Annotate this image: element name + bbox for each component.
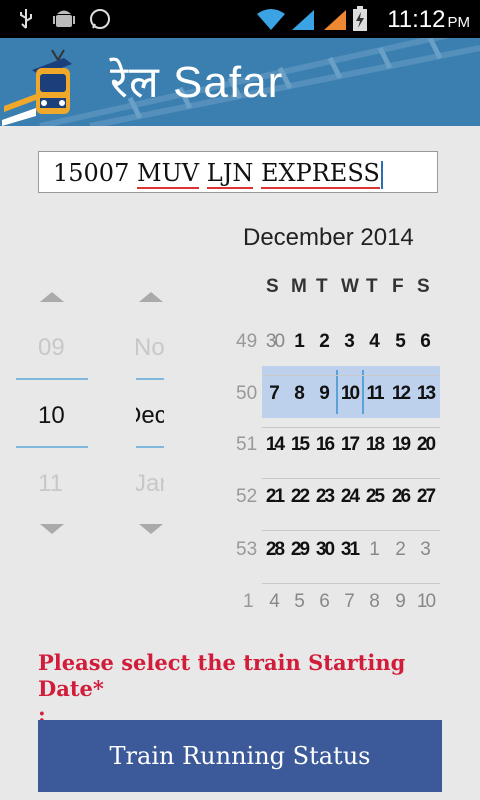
weekday-header: M: [291, 276, 307, 297]
train-name-word: LJN: [206, 159, 254, 189]
month-selected-value[interactable]: Dec: [136, 402, 164, 430]
week-divider: [262, 530, 440, 531]
calendar-day[interactable]: 25: [362, 486, 387, 508]
picker-divider: [136, 378, 164, 380]
calendar-day[interactable]: 1: [287, 331, 312, 353]
signal-icon: [324, 10, 346, 30]
calendar-day[interactable]: 30: [312, 539, 337, 561]
train-number-text: 15007: [53, 159, 130, 187]
calendar-day[interactable]: 2: [312, 331, 337, 353]
android-debug-icon: [53, 10, 75, 27]
week-divider: [262, 583, 440, 584]
weekday-header: T: [366, 276, 378, 297]
calendar-day[interactable]: 17: [337, 434, 362, 456]
week-number: 52: [236, 486, 258, 507]
calendar-day[interactable]: 2: [388, 539, 413, 561]
calendar-day[interactable]: 20: [413, 434, 438, 456]
calendar-day[interactable]: 21: [262, 486, 287, 508]
calendar-day[interactable]: 31: [337, 539, 362, 561]
calendar-day[interactable]: 15: [287, 434, 312, 456]
calendar-day[interactable]: 8: [362, 591, 387, 613]
day-prev-value[interactable]: 09: [38, 334, 65, 362]
weekday-header: S: [266, 276, 279, 297]
day-next-value[interactable]: 11: [38, 470, 63, 498]
clock-time: 11:12: [387, 6, 446, 33]
week-number: 51: [236, 434, 258, 455]
calendar-day[interactable]: 16: [312, 434, 337, 456]
clock-ampm: PM: [447, 14, 471, 31]
calendar-day[interactable]: 24: [337, 486, 362, 508]
train-running-status-button[interactable]: Train Running Status: [38, 720, 442, 792]
weekday-header: T: [316, 276, 328, 297]
app-title: रेल Safar: [110, 58, 284, 107]
picker-divider: [16, 378, 88, 380]
app-header: रेल Safar: [0, 38, 480, 126]
weekday-header: W: [341, 276, 359, 297]
date-prompt-message: Please select the train Starting Date* :: [38, 650, 468, 728]
calendar-day[interactable]: 6: [312, 591, 337, 613]
train-search-input[interactable]: 15007 MUV LJN EXPRESS: [38, 151, 438, 193]
day-up-arrow-icon[interactable]: [40, 292, 64, 302]
calendar-day[interactable]: 5: [287, 591, 312, 613]
calendar-day[interactable]: 12: [388, 383, 413, 405]
week-number: 1: [243, 591, 254, 612]
month-values-clip: Nov Dec Jan: [136, 330, 164, 500]
calendar-day[interactable]: 10: [413, 591, 438, 613]
calendar-day[interactable]: 3: [337, 331, 362, 353]
weekday-header: F: [392, 276, 404, 297]
calendar-day[interactable]: 6: [413, 331, 438, 353]
wifi-icon: [257, 9, 285, 30]
train-name-word: MUV: [137, 159, 200, 189]
calendar-day[interactable]: 4: [362, 331, 387, 353]
signal-icon: [292, 10, 314, 30]
calendar-day[interactable]: 29: [287, 539, 312, 561]
text-cursor: [380, 160, 383, 189]
month-up-arrow-icon[interactable]: [139, 292, 163, 302]
status-bar: 11:12 PM: [0, 0, 480, 38]
calendar-day[interactable]: 3: [413, 539, 438, 561]
calendar-month-title: December 2014: [243, 224, 414, 251]
calendar-day[interactable]: 9: [312, 383, 337, 405]
month-prev-value[interactable]: Nov: [136, 334, 164, 362]
calendar-day[interactable]: 26: [388, 486, 413, 508]
month-down-arrow-icon[interactable]: [139, 524, 163, 534]
prompt-line: Please select the train Starting Date*: [38, 650, 406, 701]
calendar-day[interactable]: 19: [388, 434, 413, 456]
calendar-day[interactable]: 1: [362, 539, 387, 561]
calendar-day[interactable]: 8: [287, 383, 312, 405]
calendar-day[interactable]: 4: [262, 591, 287, 613]
status-clock: 11:12 PM: [387, 6, 470, 34]
calendar-day[interactable]: 7: [337, 591, 362, 613]
weekday-header: S: [417, 276, 430, 297]
calendar-day[interactable]: 30: [262, 331, 287, 353]
month-next-value[interactable]: Jan: [136, 470, 164, 498]
calendar-day[interactable]: 11: [362, 383, 387, 405]
week-divider: [262, 375, 440, 376]
week-number: 49: [236, 331, 258, 352]
picker-divider: [16, 446, 88, 448]
calendar-day[interactable]: 23: [312, 486, 337, 508]
calendar-day[interactable]: 22: [287, 486, 312, 508]
whatsapp-icon: [90, 9, 110, 29]
calendar-day[interactable]: 27: [413, 486, 438, 508]
week-number: 50: [236, 383, 258, 404]
calendar-day[interactable]: 9: [388, 591, 413, 613]
calendar-day[interactable]: 7: [262, 383, 287, 405]
usb-icon: [20, 9, 32, 29]
calendar-day[interactable]: 28: [262, 539, 287, 561]
train-logo-icon: [2, 49, 72, 126]
week-number: 53: [236, 539, 258, 560]
day-down-arrow-icon[interactable]: [40, 524, 64, 534]
picker-divider: [136, 446, 164, 448]
day-selected-value[interactable]: 10: [38, 402, 65, 430]
calendar-day[interactable]: 14: [262, 434, 287, 456]
calendar-day[interactable]: 10: [337, 383, 362, 405]
calendar-day[interactable]: 13: [413, 383, 438, 405]
week-divider: [262, 478, 440, 479]
calendar-day[interactable]: 18: [362, 434, 387, 456]
calendar-day[interactable]: 5: [388, 331, 413, 353]
week-divider: [262, 427, 440, 428]
train-name-word: EXPRESS: [260, 159, 380, 189]
battery-charging-icon: [353, 6, 367, 31]
